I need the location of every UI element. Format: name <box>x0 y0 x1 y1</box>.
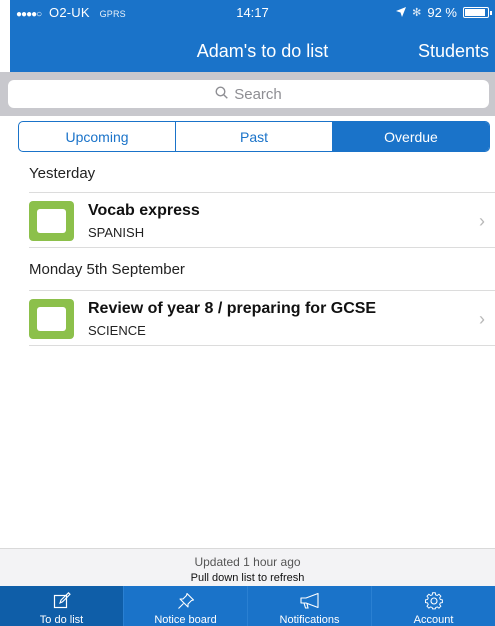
task-row[interactable]: Vocab express SPANISH › <box>29 193 495 247</box>
tab-upcoming[interactable]: Upcoming <box>19 122 175 151</box>
megaphone-icon <box>299 591 321 611</box>
battery-percent: 92 % <box>427 5 457 20</box>
status-bar: ●●●●○ O2-UK GPRS 14:17 ✻ 92 % <box>10 0 495 26</box>
students-button[interactable]: Students <box>418 41 489 62</box>
bluetooth-icon: ✻ <box>412 7 422 19</box>
tab-label: To do list <box>39 614 84 626</box>
tab-label: Account <box>413 614 454 626</box>
navigation-bar: Adam's to do list Students <box>10 26 495 72</box>
subject-color-icon <box>29 299 74 339</box>
search-bar: Search <box>0 72 495 116</box>
tab-label: Notifications <box>279 614 340 626</box>
tab-notifications[interactable]: Notifications <box>247 586 371 626</box>
tab-past[interactable]: Past <box>175 122 332 151</box>
last-updated-text: Updated 1 hour ago <box>194 555 301 569</box>
tab-label: Notice board <box>154 614 217 626</box>
task-title: Review of year 8 / preparing for GCSE <box>88 300 377 317</box>
chevron-right-icon: › <box>479 211 485 231</box>
status-right: ✻ 92 % <box>396 5 492 20</box>
filter-segmented-control: Upcoming Past Overdue <box>18 121 490 152</box>
bottom-tab-bar: To do list Notice board Notifications Ac… <box>0 586 495 626</box>
pin-icon <box>177 591 195 611</box>
divider <box>29 247 495 248</box>
edit-icon <box>53 591 71 611</box>
task-title: Vocab express <box>88 202 200 219</box>
refresh-status-bar: Updated 1 hour ago Pull down list to ref… <box>0 548 495 586</box>
section-header-yesterday: Yesterday <box>29 165 96 182</box>
location-icon <box>396 5 407 20</box>
search-icon <box>215 85 229 103</box>
divider <box>29 345 495 346</box>
search-input[interactable]: Search <box>8 80 489 108</box>
battery-icon <box>463 7 492 18</box>
tab-notice-board[interactable]: Notice board <box>123 586 247 626</box>
tab-to-do-list[interactable]: To do list <box>0 586 123 626</box>
subject-color-icon <box>29 201 74 241</box>
pull-to-refresh-hint: Pull down list to refresh <box>190 572 305 584</box>
tab-account[interactable]: Account <box>371 586 495 626</box>
chevron-right-icon: › <box>479 309 485 329</box>
tab-overdue[interactable]: Overdue <box>332 122 489 151</box>
task-subject: SCIENCE <box>88 323 146 338</box>
section-header-monday: Monday 5th September <box>29 261 185 278</box>
search-placeholder: Search <box>234 85 282 103</box>
gear-icon <box>424 591 443 611</box>
task-subject: SPANISH <box>88 225 145 240</box>
task-row[interactable]: Review of year 8 / preparing for GCSE SC… <box>29 291 495 345</box>
